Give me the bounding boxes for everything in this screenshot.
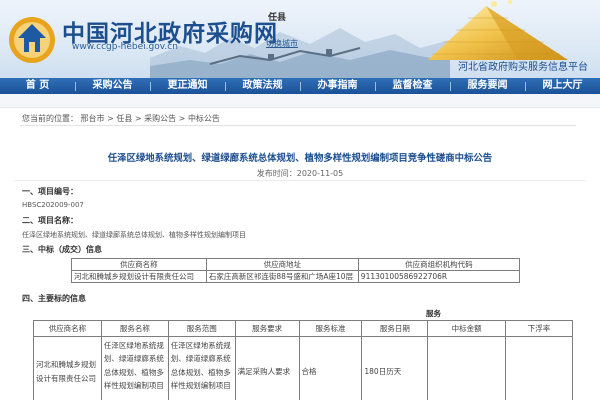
breadcrumb-sep: > xyxy=(176,114,188,123)
supplier-name-cell: 河北和腾城乡规划设计有限责任公司 xyxy=(33,336,102,400)
section-main-items-title: 四、主要标的信息 xyxy=(22,294,86,303)
service-table: 供应商名称 服务名称 服务范围 服务要求 服务标准 服务日期 中标金额 下浮率 … xyxy=(33,320,573,400)
nav-item-news[interactable]: 服务要闻 xyxy=(450,78,525,94)
service-name-cell: 任泽区绿地系统规划、绿道绿廊系统总体规划、植物多样性规划编制项目 xyxy=(100,336,169,400)
main-nav: 首 页 采购公告 更正通知 政策法规 办事指南 监督检查 服务要闻 网上大厅 xyxy=(0,78,600,94)
column-header: 服务要求 xyxy=(234,320,300,337)
section-project-number-title: 一、项目编号： xyxy=(22,187,78,196)
breadcrumb-item-county[interactable]: 任县 xyxy=(116,114,132,123)
project-number-value: HBSC202009-007 xyxy=(22,201,84,209)
breadcrumb-item-award[interactable]: 中标公告 xyxy=(188,114,220,123)
service-standard-cell: 合格 xyxy=(298,336,363,400)
column-header: 服务标准 xyxy=(298,320,363,337)
service-requirement-cell: 满足采购人要求 xyxy=(234,336,300,400)
section-project-name-title: 二、项目名称： xyxy=(22,216,78,225)
site-header: 中国河北政府采购网 www.ccgp-hebei.gov.cn 任县 切换城市 … xyxy=(0,0,600,78)
article-title: 任泽区绿地系统规划、绿道绿廊系统总体规划、植物多样性规划编制项目竞争性磋商中标公… xyxy=(107,153,493,164)
breadcrumb-divider xyxy=(20,125,576,126)
breadcrumb-prefix: 您当前的位置 xyxy=(22,114,70,123)
breadcrumb-sep: > xyxy=(132,114,145,123)
nav-item-online-hall[interactable]: 网上大厅 xyxy=(525,78,600,94)
site-logo-icon[interactable] xyxy=(6,14,58,66)
column-header: 服务名称 xyxy=(100,320,169,337)
nav-item-guide[interactable]: 办事指南 xyxy=(300,78,375,94)
nav-item-supervision[interactable]: 监督检查 xyxy=(375,78,450,94)
nav-shadow xyxy=(0,94,600,108)
service-date-cell: 180日历天 xyxy=(361,336,429,400)
switch-city-link[interactable]: 切换城市 xyxy=(266,38,298,49)
column-header: 供应商名称 xyxy=(71,258,207,271)
table-row: 河北和腾城乡规划设计有限责任公司 任泽区绿地系统规划、绿道绿廊系统总体规划、植物… xyxy=(33,336,573,400)
title-divider xyxy=(14,180,586,181)
supplier-name-cell: 河北和腾城乡规划设计有限责任公司 xyxy=(71,270,207,283)
winner-table: 供应商名称 供应商地址 供应商组织机构代码 河北和腾城乡规划设计有限责任公司 石… xyxy=(71,258,521,283)
discount-rate-cell xyxy=(505,336,573,400)
column-header: 供应商地址 xyxy=(205,258,359,271)
column-header: 服务日期 xyxy=(361,320,429,337)
breadcrumb-sep: > xyxy=(104,114,117,123)
nav-item-policies[interactable]: 政策法规 xyxy=(225,78,300,94)
supplier-address-cell: 石家庄高新区祁连街88号盛和广场A座10层 xyxy=(205,270,359,283)
nav-item-home[interactable]: 首 页 xyxy=(0,78,75,94)
supplier-code-cell: 91130100586922706R xyxy=(357,270,521,283)
service-label: 服务 xyxy=(426,309,441,318)
column-header: 下浮率 xyxy=(505,320,573,337)
site-url: www.ccgp-hebei.gov.cn xyxy=(72,42,178,52)
nav-item-announcements[interactable]: 采购公告 xyxy=(75,78,150,94)
table-row: 河北和腾城乡规划设计有限责任公司 石家庄高新区祁连街88号盛和广场A座10层 9… xyxy=(71,270,521,283)
publish-date: 发布时间：2020-11-05 xyxy=(256,169,344,178)
column-header: 供应商组织机构代码 xyxy=(357,258,521,271)
project-name-value: 任泽区绿地系统规划、绿道绿廊系统总体规划、植物多样性规划编制项目 xyxy=(22,231,246,239)
table-header-row: 供应商名称 服务名称 服务范围 服务要求 服务标准 服务日期 中标金额 下浮率 xyxy=(33,320,573,337)
table-header-row: 供应商名称 供应商地址 供应商组织机构代码 xyxy=(71,258,521,271)
column-header: 中标金额 xyxy=(427,320,507,337)
service-scope-cell: 任泽区绿地系统规划、绿道绿廊系统总体规划、植物多样性规划编制项目 xyxy=(167,336,236,400)
current-city-label: 任县 xyxy=(268,13,287,23)
breadcrumb: 您当前的位置： 邢台市 > 任县 > 采购公告 > 中标公告 xyxy=(22,114,220,123)
breadcrumb-item-city[interactable]: 邢台市 xyxy=(81,114,105,123)
award-amount-cell xyxy=(427,336,507,400)
section-award-info-title: 三、中标（成交）信息 xyxy=(22,245,102,254)
column-header: 供应商名称 xyxy=(33,320,102,337)
breadcrumb-item-announcements[interactable]: 采购公告 xyxy=(144,114,176,123)
column-header: 服务范围 xyxy=(167,320,236,337)
header-tagline: 河北省政府购买服务信息平台 xyxy=(458,62,588,73)
nav-item-corrections[interactable]: 更正通知 xyxy=(150,78,225,94)
